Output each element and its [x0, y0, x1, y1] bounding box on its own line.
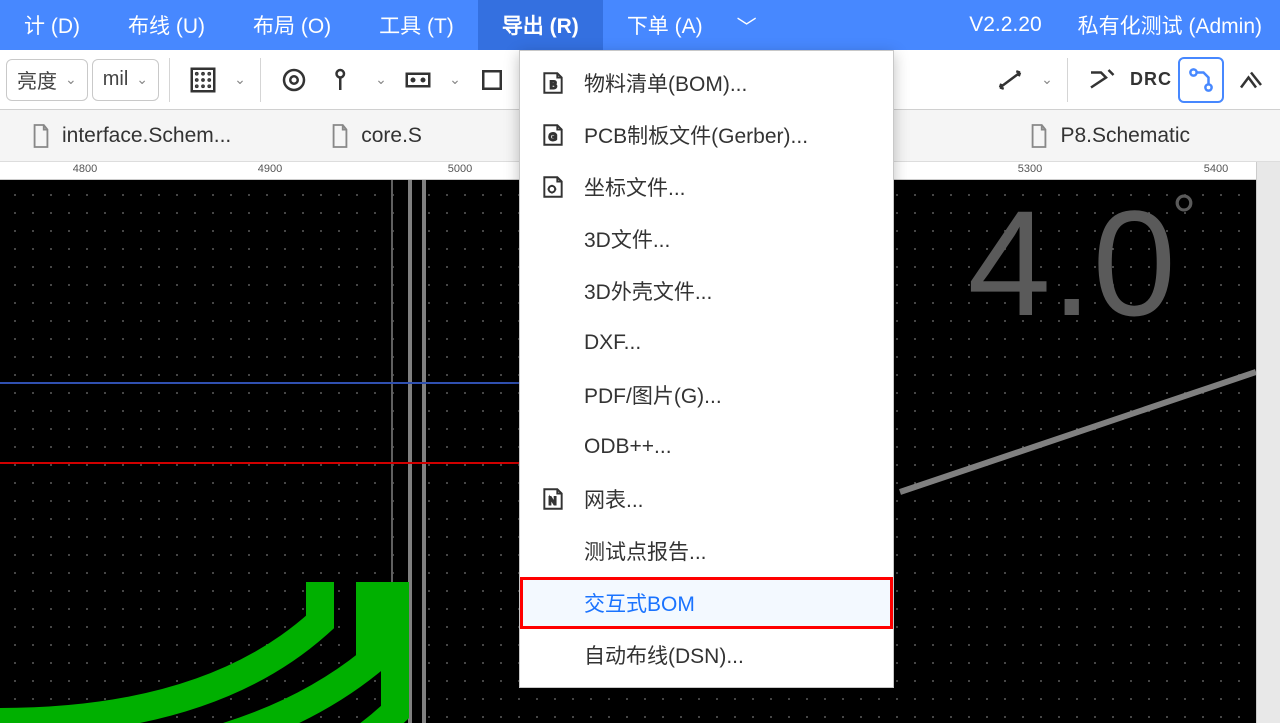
menu-label: 物料清单(BOM)...: [584, 68, 747, 98]
menu-label: 网表...: [584, 484, 644, 514]
tab-label: P8.Schematic: [1060, 124, 1190, 148]
menu-design[interactable]: 计 (D): [0, 0, 104, 50]
degree-symbol: °: [1172, 182, 1196, 251]
menu-label: 3D外壳文件...: [584, 276, 712, 306]
tab-core[interactable]: core.S: [305, 110, 446, 162]
svg-text:B: B: [550, 79, 557, 91]
menu-tools[interactable]: 工具 (T): [355, 0, 478, 50]
menu-layout[interactable]: 布局 (O): [229, 0, 355, 50]
menu-export[interactable]: 导出 (R): [478, 0, 603, 50]
document-icon: [1028, 123, 1050, 149]
export-testpoint[interactable]: 测试点报告...: [520, 525, 893, 577]
export-autoroute-dsn[interactable]: 自动布线(DSN)...: [520, 629, 893, 681]
pad-icon[interactable]: [395, 57, 441, 103]
route-icon[interactable]: [1178, 57, 1224, 103]
chevron-down-icon[interactable]: ⌄: [445, 57, 465, 103]
export-3d[interactable]: 3D文件...: [520, 213, 893, 265]
menu-routing[interactable]: 布线 (U): [104, 0, 229, 50]
menu-label: 3D文件...: [584, 224, 670, 254]
diff-route-icon[interactable]: [1228, 57, 1274, 103]
export-dropdown: B 物料清单(BOM)... G PCB制板文件(Gerber)... 坐标文件…: [519, 50, 894, 688]
export-pdf[interactable]: PDF/图片(G)...: [520, 369, 893, 421]
brightness-label: 亮度: [17, 65, 57, 94]
separator: [260, 58, 261, 102]
version-label: V2.2.20: [951, 13, 1059, 37]
export-gerber[interactable]: G PCB制板文件(Gerber)...: [520, 109, 893, 161]
unit-select[interactable]: mil ⌄: [92, 59, 159, 101]
canvas-angle-text: 4.0: [967, 177, 1176, 350]
document-icon: [329, 123, 351, 149]
menu-label: 交互式BOM: [584, 588, 695, 618]
document-icon: [30, 123, 52, 149]
unit-label: mil: [103, 68, 129, 91]
svg-text:G: G: [549, 131, 557, 143]
user-label: 私有化测试 (Admin): [1060, 10, 1280, 40]
tab-label: interface.Schem...: [62, 124, 231, 148]
hole-icon[interactable]: [469, 57, 515, 103]
guide-line-red: [0, 462, 520, 464]
menu-label: PDF/图片(G)...: [584, 380, 722, 410]
chevron-down-icon[interactable]: ⌄: [230, 57, 250, 103]
export-netlist[interactable]: N 网表...: [520, 473, 893, 525]
guide-line-blue: [0, 382, 520, 384]
export-interactive-bom[interactable]: 交互式BOM: [520, 577, 893, 629]
tab-label: core.S: [361, 124, 422, 148]
export-placement[interactable]: 坐标文件...: [520, 161, 893, 213]
grid-icon[interactable]: [180, 57, 226, 103]
file-b-icon: B: [538, 70, 568, 96]
brightness-select[interactable]: 亮度 ⌄: [6, 59, 88, 101]
right-panel-gutter[interactable]: [1256, 162, 1280, 723]
green-tracks: [0, 582, 500, 723]
svg-text:N: N: [549, 495, 557, 507]
circle-target-icon[interactable]: [271, 57, 317, 103]
menu-order[interactable]: 下单 (A): [603, 0, 727, 50]
chevron-down-icon: ⌄: [136, 71, 148, 88]
measure-icon[interactable]: [987, 57, 1033, 103]
separator: [169, 58, 170, 102]
chevron-down-icon: ⌄: [65, 71, 77, 88]
export-dxf[interactable]: DXF...: [520, 317, 893, 369]
file-target-icon: [538, 174, 568, 200]
menu-label: 自动布线(DSN)...: [584, 640, 744, 670]
menu-label: PCB制板文件(Gerber)...: [584, 120, 808, 150]
menu-label: 测试点报告...: [584, 536, 707, 566]
file-n-icon: N: [538, 486, 568, 512]
export-3d-shell[interactable]: 3D外壳文件...: [520, 265, 893, 317]
chevron-down-icon[interactable]: ⌄: [371, 57, 391, 103]
menu-label: ODB++...: [584, 435, 672, 459]
tab-p8[interactable]: P8.Schematic: [1004, 110, 1214, 162]
export-bom[interactable]: B 物料清单(BOM)...: [520, 57, 893, 109]
menubar: 计 (D) 布线 (U) 布局 (O) 工具 (T) 导出 (R) 下单 (A)…: [0, 0, 1280, 50]
import-icon[interactable]: [1078, 57, 1124, 103]
menu-label: DXF...: [584, 331, 641, 355]
menu-label: 坐标文件...: [584, 172, 686, 202]
chevron-down-icon[interactable]: ⌄: [1037, 57, 1057, 103]
chevron-down-icon[interactable]: ﹀: [727, 11, 767, 40]
tab-interface[interactable]: interface.Schem...: [6, 110, 255, 162]
file-g-icon: G: [538, 122, 568, 148]
drc-button[interactable]: DRC: [1128, 57, 1174, 103]
export-odb[interactable]: ODB++...: [520, 421, 893, 473]
via-icon[interactable]: [321, 57, 367, 103]
separator: [1067, 58, 1068, 102]
